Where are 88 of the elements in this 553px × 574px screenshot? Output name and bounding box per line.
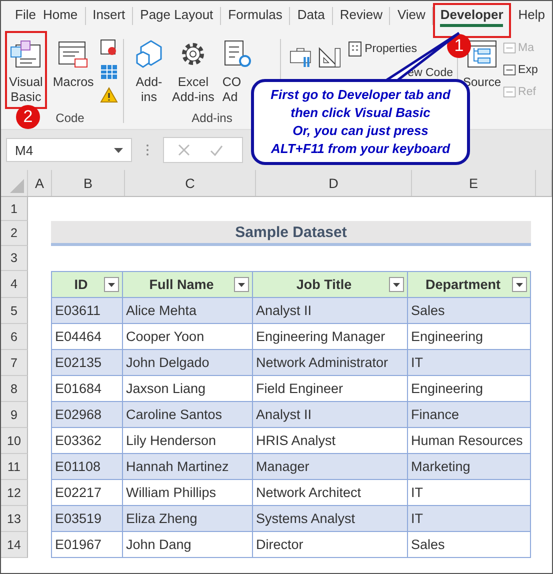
filter-button[interactable]	[104, 277, 119, 292]
ribbon-tab[interactable]: Home	[42, 5, 78, 27]
column-header[interactable]: D	[256, 170, 412, 196]
formula-field[interactable]	[163, 137, 243, 163]
ribbon-tab[interactable]: Review	[340, 5, 382, 27]
ribbon-tab[interactable]: Data	[297, 5, 325, 27]
ribbon-tab[interactable]: View	[397, 5, 426, 27]
filter-button[interactable]	[389, 277, 404, 292]
table-cell: Network Administrator	[253, 350, 408, 376]
table-cell: Hannah Martinez	[123, 454, 253, 480]
column-header[interactable]: C	[125, 170, 256, 196]
row-header[interactable]: 1	[1, 197, 28, 221]
row-header[interactable]: 10	[1, 428, 28, 454]
filter-button[interactable]	[512, 277, 527, 292]
macros-button[interactable]: Macros	[50, 35, 96, 111]
table-cell: Analyst II	[253, 402, 408, 428]
row-header[interactable]: 14	[1, 532, 28, 558]
column-title: ID	[73, 277, 89, 292]
table-cell: Sales	[408, 298, 531, 324]
table-cell: Systems Analyst	[253, 506, 408, 532]
column-title: Full Name	[148, 277, 215, 292]
table-cell: Manager	[253, 454, 408, 480]
table-cell: Analyst II	[253, 298, 408, 324]
ribbon-tab[interactable]: Formulas	[228, 5, 282, 27]
table-cell: Finance	[408, 402, 531, 428]
ribbon-tab[interactable]: File	[15, 5, 36, 27]
row-header[interactable]: 6	[1, 324, 28, 350]
table-cell: Marketing	[408, 454, 531, 480]
row-header[interactable]: 5	[1, 298, 28, 324]
table-cell: Director	[253, 532, 408, 558]
hexagon-icon	[134, 39, 164, 69]
row-header[interactable]: 3	[1, 246, 28, 271]
step-badge: 2	[16, 105, 40, 129]
excel-add-ins-button[interactable]: Excel Add-ins	[170, 35, 216, 111]
dropdown-caret-icon	[393, 282, 400, 286]
table-cell: E03519	[51, 506, 123, 532]
table-cell: John Delgado	[123, 350, 253, 376]
table-cell: E01108	[51, 454, 123, 480]
table-cell: IT	[408, 350, 531, 376]
table-cell: Caroline Santos	[123, 402, 253, 428]
drag-dots-icon	[146, 144, 149, 156]
row-header[interactable]: 12	[1, 480, 28, 506]
visual-basic-button[interactable]: Visual Basic	[5, 31, 47, 109]
record-macro-icon[interactable]	[100, 39, 118, 57]
properties-icon	[348, 41, 362, 57]
ribbon-tab[interactable]: Page Layout	[140, 5, 214, 27]
dropdown-caret-icon	[516, 282, 523, 286]
row-header[interactable]: 8	[1, 376, 28, 402]
column-title: Job Title	[295, 277, 353, 292]
callout-text: First go to Developer tab and then click Visual Basic Or, you can just press ALT+F11 from your keyboard	[270, 87, 450, 156]
table-cell: E03611	[51, 298, 123, 324]
warning-icon[interactable]	[100, 87, 118, 103]
ribbon-tab[interactable]: Help	[518, 5, 546, 27]
filter-button[interactable]	[234, 277, 249, 292]
dropdown-caret-icon	[238, 282, 245, 286]
cubes-icon	[10, 39, 42, 69]
table-cell: John Dang	[123, 532, 253, 558]
dropdown-caret-icon	[114, 148, 123, 152]
column-header[interactable]: A	[28, 170, 52, 196]
row-header[interactable]: 7	[1, 350, 28, 376]
group-label: Code	[56, 111, 84, 125]
checkmark-icon[interactable]	[210, 144, 223, 156]
column-title: Department	[424, 277, 502, 292]
group-label: Add-ins	[192, 111, 232, 125]
row-header[interactable]: 9	[1, 402, 28, 428]
table-cell: Alice Mehta	[123, 298, 253, 324]
table-cell: E02968	[51, 402, 123, 428]
name-box[interactable]: M4	[6, 138, 132, 162]
row-header[interactable]: 4	[1, 271, 28, 298]
macro-sheet-icon	[57, 39, 90, 69]
table-cell: E01967	[51, 532, 123, 558]
com-add-ins-button[interactable]: CO Ad	[220, 35, 254, 111]
column-header[interactable]: B	[52, 170, 125, 196]
tree-panel-icon	[466, 39, 498, 69]
xml-command[interactable]: Exp	[503, 63, 538, 77]
dropdown-caret-icon	[108, 282, 115, 286]
row-header[interactable]: 13	[1, 506, 28, 532]
row-header[interactable]: 2	[1, 221, 28, 246]
table-cell: Eliza Zheng	[123, 506, 253, 532]
row-header[interactable]: 11	[1, 454, 28, 480]
dataset-title: Sample Dataset	[51, 221, 531, 246]
table-cell: IT	[408, 506, 531, 532]
ribbon-tab[interactable]: Insert	[92, 5, 126, 27]
table-cell: Sales	[408, 532, 531, 558]
column-header[interactable]: E	[412, 170, 536, 196]
add-ins-button[interactable]: Add- ins	[132, 35, 166, 111]
table-grid-icon[interactable]	[100, 64, 118, 80]
table-cell: E02135	[51, 350, 123, 376]
